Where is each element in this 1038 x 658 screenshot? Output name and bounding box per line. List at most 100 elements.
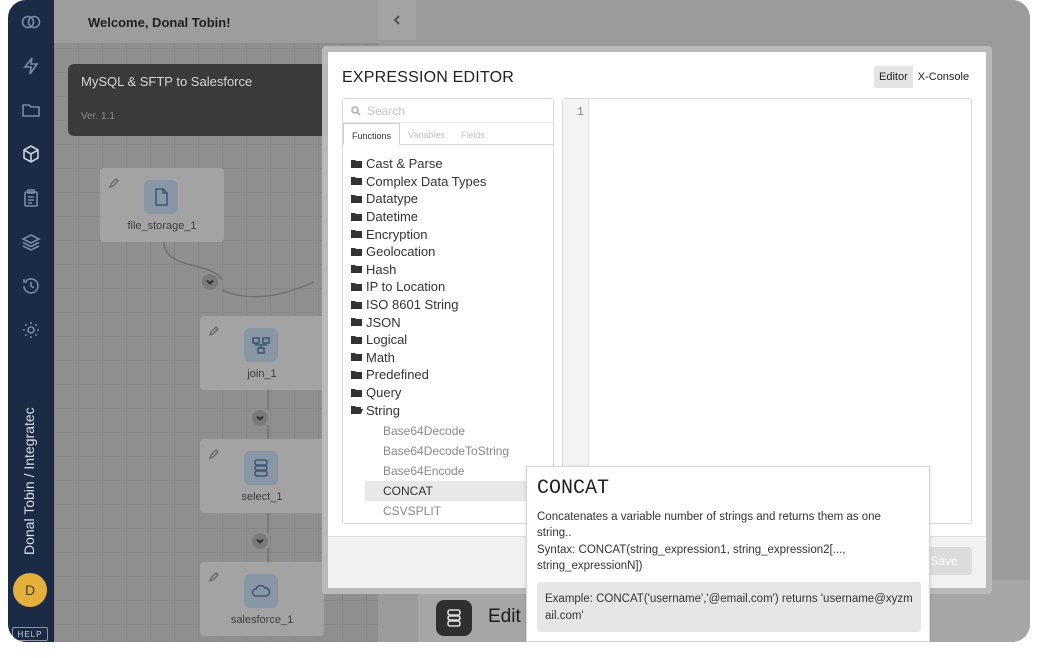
folder-label: String [366, 402, 400, 418]
line-number: 1 [576, 105, 584, 119]
node-label: join_1 [247, 368, 277, 380]
folder-icon [351, 318, 362, 327]
node-join[interactable]: join_1 [200, 316, 324, 390]
folder-label: Math [366, 349, 395, 365]
folder-item[interactable]: Hash [351, 261, 551, 279]
folder-label: Logical [366, 332, 408, 348]
tab-variables[interactable]: Variables [400, 123, 453, 145]
chevron-left-icon [393, 15, 400, 25]
node-label: file_storage_1 [127, 220, 197, 232]
folder-label: Query [366, 385, 402, 401]
select-icon [244, 451, 278, 485]
folder-open-icon [351, 406, 363, 415]
pencil-icon[interactable] [208, 324, 220, 337]
search-icon [351, 105, 361, 116]
clipboard-icon[interactable] [17, 184, 45, 212]
pencil-icon[interactable] [208, 447, 220, 460]
folder-icon [351, 335, 362, 344]
search-input[interactable] [367, 103, 537, 118]
folder-icon [351, 300, 362, 309]
cloud-icon [244, 574, 278, 608]
chevron-down-icon[interactable] [252, 533, 268, 549]
folder-item[interactable]: Datatype [351, 190, 551, 208]
flow-title: MySQL & SFTP to Salesforce [81, 74, 253, 89]
editor-mode-button[interactable]: Editor [874, 66, 913, 88]
folder-item[interactable]: Geolocation [351, 243, 551, 261]
folder-item[interactable]: IP to Location [351, 278, 551, 296]
file-icon [144, 180, 178, 214]
folder-label: Encryption [366, 226, 428, 242]
folder-label: Cast & Parse [366, 156, 443, 172]
function-item[interactable]: Base64Decode [365, 421, 553, 441]
folder-icon [351, 370, 362, 379]
folder-icon [351, 353, 362, 362]
pencil-icon[interactable] [208, 570, 220, 583]
node-file-storage[interactable]: file_storage_1 [100, 168, 224, 242]
folder-item[interactable]: Datetime [351, 208, 551, 226]
folder-item[interactable]: Encryption [351, 225, 551, 243]
tooltip-description: Concatenates a variable number of string… [537, 511, 881, 539]
logo-icon[interactable] [17, 8, 45, 36]
x-console-mode-button[interactable]: X-Console [912, 66, 975, 88]
node-label: salesforce_1 [230, 614, 294, 626]
folder-item[interactable]: Cast & Parse [351, 155, 551, 173]
function-browser: Functions Variables Fields Cast & ParseC… [342, 98, 554, 524]
flow-version: Ver. 1.1 [81, 111, 115, 122]
folder-icon [351, 177, 362, 186]
settings-icon[interactable] [17, 316, 45, 344]
chevron-down-icon[interactable] [252, 410, 268, 426]
join-icon [244, 328, 278, 362]
breadcrumb[interactable]: Donal Tobin / Integratec [21, 407, 37, 555]
code-editor[interactable]: 1 [562, 98, 972, 524]
folder-label: Hash [366, 261, 397, 277]
folder-label: Datetime [366, 209, 419, 225]
folder-item[interactable]: Predefined [351, 366, 551, 384]
layers-icon[interactable] [17, 228, 45, 256]
function-tree: Cast & Parse Complex Data Types Datatype Da… [351, 155, 553, 521]
node-select[interactable]: select_1 [200, 439, 324, 513]
folder-label: JSON [366, 314, 401, 330]
history-icon[interactable] [17, 272, 45, 300]
folder-item[interactable]: JSON [351, 313, 551, 331]
mode-toggle: Editor X-Console [874, 66, 975, 88]
app-window: Donal Tobin / Integratec D HELP Welcome,… [8, 0, 1030, 642]
top-bar: Welcome, Donal Tobin! [54, 0, 378, 44]
folder-label: Complex Data Types [366, 173, 487, 189]
folder-icon [351, 265, 362, 274]
folder-icon[interactable] [17, 96, 45, 124]
folder-label: IP to Location [366, 279, 446, 295]
collapse-button[interactable] [378, 0, 416, 40]
select-icon [436, 600, 472, 636]
pencil-icon[interactable] [108, 176, 120, 189]
package-icon[interactable] [17, 140, 45, 168]
folder-icon [351, 194, 362, 203]
edit-title: Edit [488, 606, 521, 627]
chevron-down-icon[interactable] [202, 274, 218, 290]
folder-icon [351, 230, 362, 239]
function-item[interactable]: Base64DecodeToString [365, 441, 553, 461]
folder-label: ISO 8601 String [366, 297, 459, 313]
folder-item[interactable]: Math [351, 349, 551, 367]
help-button[interactable]: HELP [12, 627, 48, 641]
app-sidebar: Donal Tobin / Integratec D HELP [8, 0, 54, 642]
modal-title: EXPRESSION EDITOR [342, 69, 515, 86]
lightning-icon[interactable] [17, 52, 45, 80]
flow-info-card[interactable]: MySQL & SFTP to Salesforce Ver. 1.1 [68, 64, 328, 136]
folder-item[interactable]: Complex Data Types [351, 173, 551, 191]
folder-item[interactable]: Query [351, 384, 551, 402]
folder-label: Geolocation [366, 244, 436, 260]
folder-item[interactable]: ISO 8601 String [351, 296, 551, 314]
tooltip-example: Example: CONCAT('username','@email.com')… [537, 582, 921, 632]
tooltip-title: CONCAT [537, 477, 610, 500]
folder-item[interactable]: Logical [351, 331, 551, 349]
tab-functions[interactable]: Functions [343, 123, 401, 145]
line-gutter: 1 [563, 99, 589, 523]
folder-item[interactable]: String [351, 401, 551, 419]
folder-icon [351, 159, 362, 168]
search-bar [343, 99, 553, 123]
folder-icon [351, 388, 362, 397]
folder-icon [351, 247, 362, 256]
node-salesforce[interactable]: salesforce_1 [200, 562, 324, 636]
tab-fields[interactable]: Fields [453, 123, 493, 145]
avatar[interactable]: D [13, 573, 47, 607]
